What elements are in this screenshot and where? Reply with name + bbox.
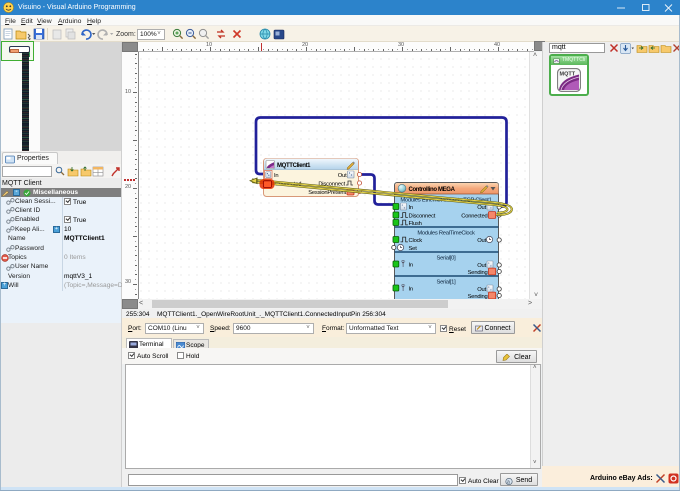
svg-text:MQTTClient1: MQTTClient1: [277, 163, 311, 169]
svg-text:Connected: Connected: [461, 213, 487, 219]
svg-text:In: In: [409, 205, 413, 211]
svg-text:Flush: Flush: [409, 221, 422, 227]
svg-text:In: In: [409, 262, 413, 268]
svg-text:Out: Out: [477, 263, 486, 269]
svg-text:Out: Out: [477, 287, 486, 293]
svg-text:Serial[0]: Serial[0]: [436, 256, 456, 262]
svg-text:In: In: [274, 173, 278, 179]
svg-text:Out: Out: [477, 238, 486, 244]
svg-text:Serial[1]: Serial[1]: [436, 280, 456, 286]
svg-text:Disconnect: Disconnect: [409, 213, 436, 219]
svg-text:Clock: Clock: [409, 238, 423, 244]
svg-text:a: a: [507, 479, 510, 485]
svg-text:Sending: Sending: [468, 270, 488, 276]
svg-text:MQTT: MQTT: [560, 72, 576, 78]
svg-text:Out: Out: [338, 173, 347, 179]
svg-text:Out: Out: [477, 205, 486, 211]
svg-text:Controllino MEGA: Controllino MEGA: [409, 187, 456, 193]
svg-text:Set: Set: [409, 246, 418, 252]
svg-text:In: In: [409, 286, 413, 292]
svg-text:Modules RealTimeClock: Modules RealTimeClock: [417, 231, 475, 237]
